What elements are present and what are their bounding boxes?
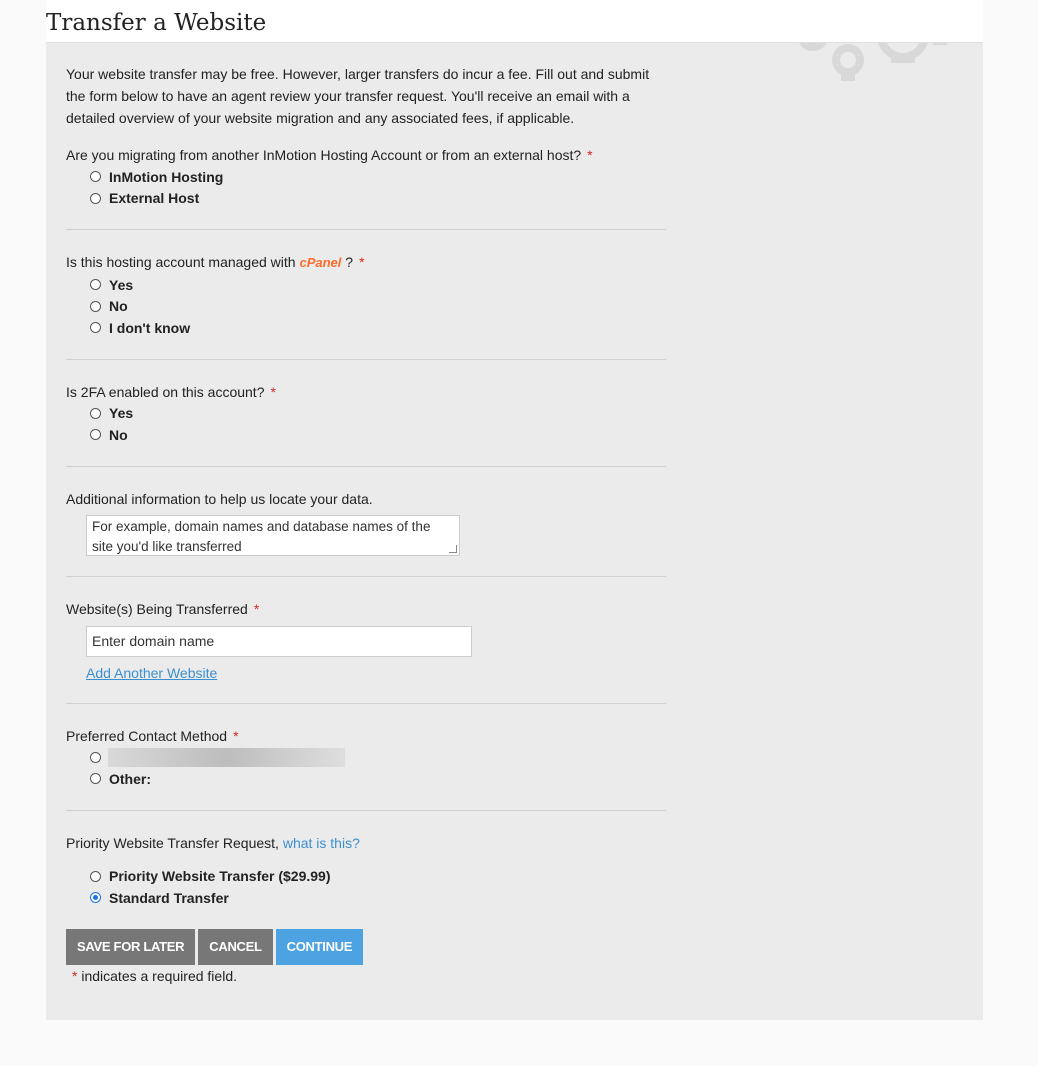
option-standard-transfer[interactable]: Standard Transfer xyxy=(90,887,666,909)
radio-button[interactable] xyxy=(90,407,101,419)
what-is-this-link[interactable]: what is this? xyxy=(283,835,360,851)
form-content: Your website transfer may be free. Howev… xyxy=(66,63,666,984)
radio-button[interactable] xyxy=(90,192,101,204)
divider xyxy=(66,575,666,577)
radio-button[interactable] xyxy=(90,171,101,183)
option-no[interactable]: No xyxy=(90,296,666,318)
add-another-website-link[interactable]: Add Another Website xyxy=(86,665,217,681)
option-other[interactable]: Other: xyxy=(90,768,666,790)
option-yes[interactable]: Yes xyxy=(90,403,666,425)
cancel-button[interactable]: Cancel xyxy=(198,928,273,965)
required-marker: * xyxy=(270,383,276,400)
radio-button[interactable] xyxy=(90,429,101,441)
divider xyxy=(66,809,666,811)
2fa-question: Is 2FA enabled on this account? * Yes No xyxy=(66,382,666,446)
radio-button-selected[interactable] xyxy=(90,892,101,904)
gears-decoration-icon xyxy=(799,43,947,81)
radio-button[interactable] xyxy=(90,773,101,785)
page-header: Transfer a Website xyxy=(46,0,983,43)
continue-button[interactable]: Continue xyxy=(275,928,364,965)
cpanel-logo: cPanel xyxy=(299,255,342,270)
question-label: Are you migrating from another InMotion … xyxy=(66,147,582,163)
domain-name-input[interactable]: Enter domain name xyxy=(86,625,472,657)
radio-button[interactable] xyxy=(90,300,101,312)
form-panel: Your website transfer may be free. Howev… xyxy=(46,43,983,1020)
redacted-value xyxy=(108,747,345,767)
radio-button[interactable] xyxy=(90,870,101,882)
option-dont-know[interactable]: I don't know xyxy=(90,317,666,339)
divider xyxy=(66,229,666,230)
form-actions: Save For Later Cancel Continue xyxy=(66,928,666,965)
save-for-later-button[interactable]: Save For Later xyxy=(66,928,196,965)
resize-handle-icon[interactable] xyxy=(449,544,457,553)
additional-info-textarea[interactable]: For example, domain names and database n… xyxy=(86,514,460,556)
required-marker: * xyxy=(253,600,260,617)
divider xyxy=(66,358,666,360)
divider xyxy=(66,465,666,467)
divider xyxy=(66,702,666,704)
migration-source-question: Are you migrating from another InMotion … xyxy=(66,145,666,209)
intro-text: Your website transfer may be free. Howev… xyxy=(66,66,650,126)
page-title: Transfer a Website xyxy=(46,10,267,36)
option-no[interactable]: No xyxy=(90,424,666,446)
radio-button[interactable] xyxy=(90,751,101,763)
option-external-host[interactable]: External Host xyxy=(90,188,666,210)
additional-info-question: Additional information to help us locate… xyxy=(66,489,666,556)
required-note: * indicates a required field. xyxy=(72,967,237,984)
priority-question: Priority Website Transfer Request, what … xyxy=(66,833,666,909)
required-marker: * xyxy=(233,727,239,744)
option-yes[interactable]: Yes xyxy=(90,274,666,296)
contact-method-question: Preferred Contact Method * Other: xyxy=(66,726,666,790)
radio-button[interactable] xyxy=(90,279,101,291)
option-inmotion-hosting[interactable]: InMotion Hosting xyxy=(90,166,666,188)
required-marker: * xyxy=(587,147,593,163)
radio-button[interactable] xyxy=(90,322,101,334)
option-redacted-contact[interactable] xyxy=(90,747,666,769)
cpanel-question: Is this hosting account managed with cPa… xyxy=(66,252,666,339)
required-marker: * xyxy=(359,254,365,270)
websites-question: Website(s) Being Transferred * Enter doma… xyxy=(66,599,666,683)
option-priority-transfer[interactable]: Priority Website Transfer ($29.99) xyxy=(90,866,666,888)
